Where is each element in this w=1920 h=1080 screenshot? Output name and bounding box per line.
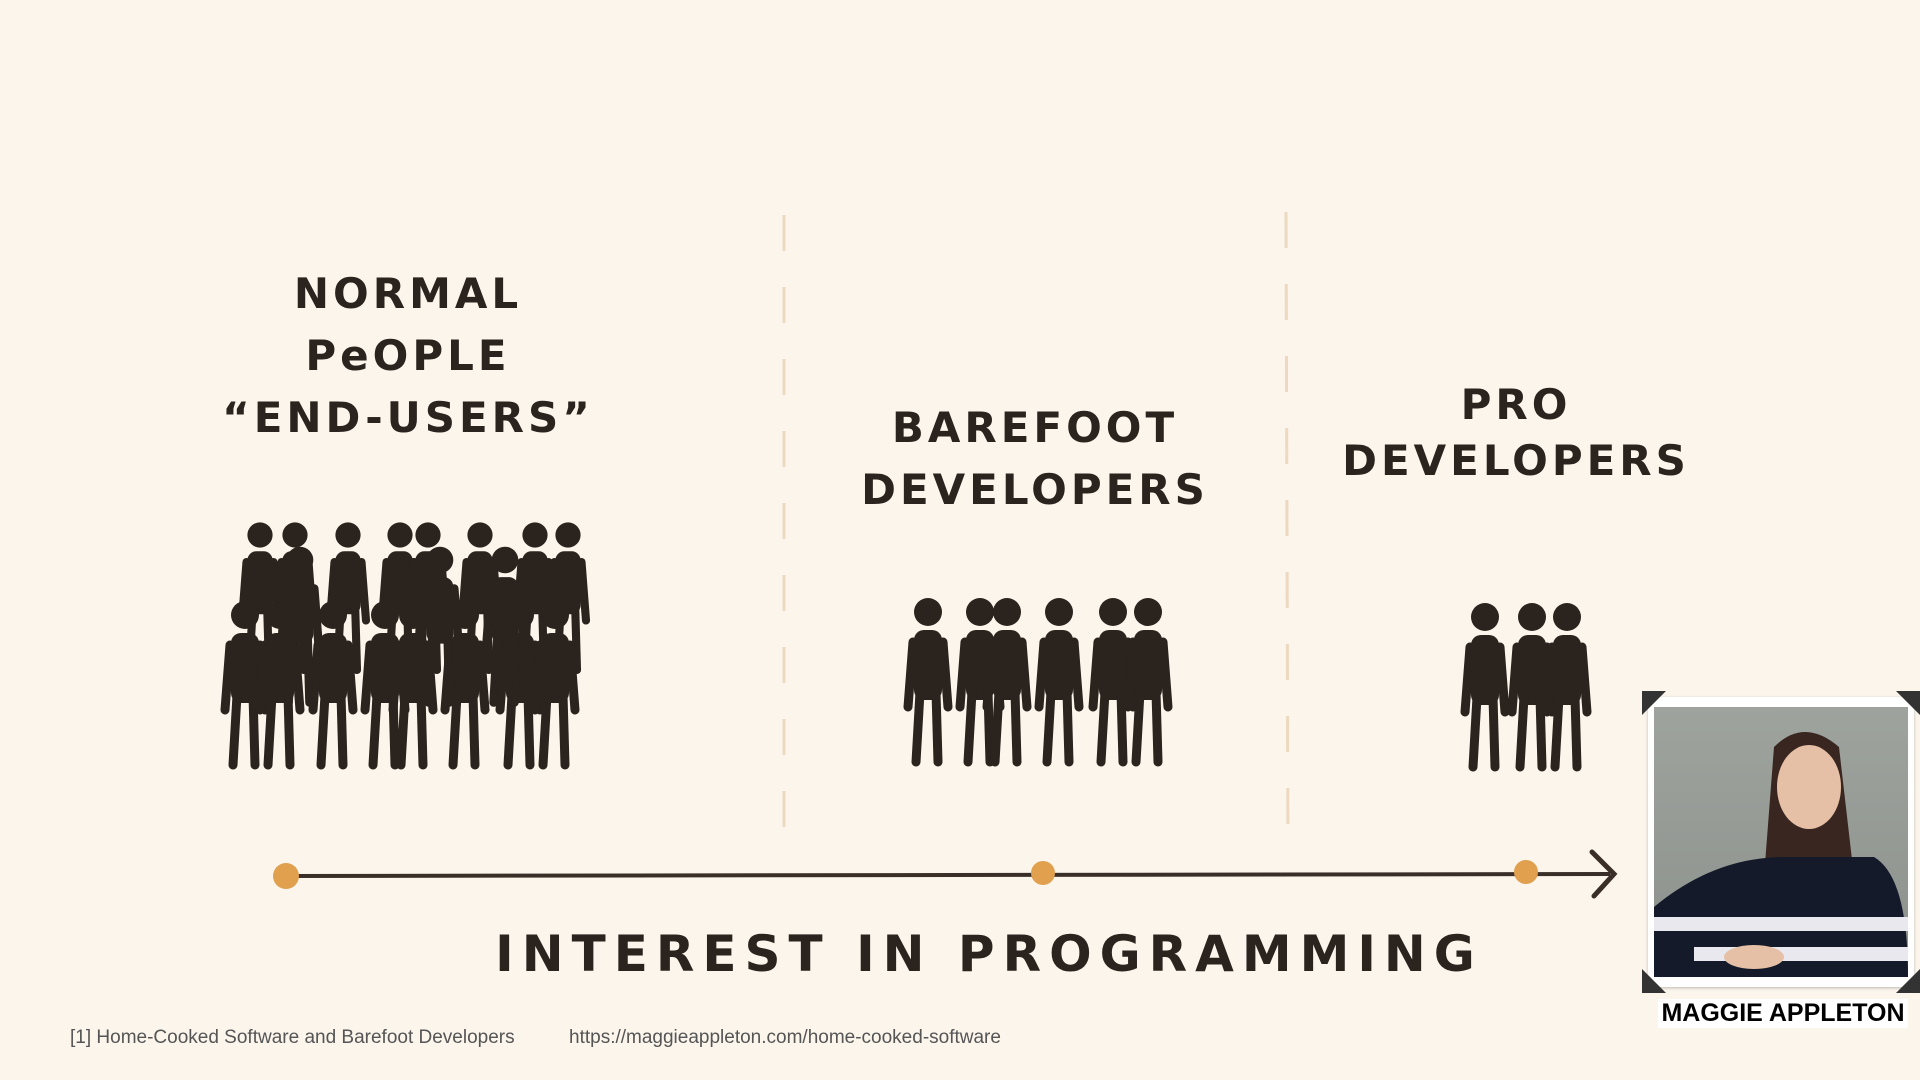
label-line: NORMAL xyxy=(293,269,523,318)
person-figure xyxy=(903,598,953,767)
timeline-axis xyxy=(284,872,1611,878)
label-line: “END-USERS” xyxy=(222,393,594,442)
person-figure xyxy=(1034,598,1084,767)
timeline-dot-end-users xyxy=(273,863,299,889)
timeline-dot-barefoot xyxy=(1031,861,1055,885)
label-line: DEVELOPERS xyxy=(861,465,1209,514)
person-figure xyxy=(1460,603,1510,772)
group-label-end-users: NORMAL PeOPLE “END-USERS” xyxy=(222,263,594,449)
diagram-canvas xyxy=(220,211,1618,899)
group-label-pro: PRO DEVELOPERS xyxy=(1342,377,1690,489)
footnote-citation: [1] Home-Cooked Software and Barefoot De… xyxy=(70,1027,515,1048)
divider-line-2 xyxy=(1284,211,1290,851)
speaker-photo xyxy=(1642,691,1920,993)
label-line: DEVELOPERS xyxy=(1342,436,1690,485)
speaker-name: MAGGIE APPLETON xyxy=(1658,999,1908,1028)
person-figure xyxy=(982,598,1032,767)
group-label-barefoot: BAREFOOT DEVELOPERS xyxy=(861,397,1209,521)
label-line: BAREFOOT xyxy=(891,403,1179,452)
footnote-url[interactable]: https://maggieappleton.com/home-cooked-s… xyxy=(569,1027,1001,1049)
speaker-portrait xyxy=(1654,707,1908,977)
portrait-illustration xyxy=(1654,732,1908,977)
label-line: PeOPLE xyxy=(305,331,511,380)
person-figure xyxy=(1542,603,1592,772)
axis-label: INTEREST IN PROGRAMMING xyxy=(495,925,1483,983)
timeline-dot-pro xyxy=(1514,860,1538,884)
label-line: PRO xyxy=(1460,380,1572,429)
person-figure xyxy=(1123,598,1173,767)
